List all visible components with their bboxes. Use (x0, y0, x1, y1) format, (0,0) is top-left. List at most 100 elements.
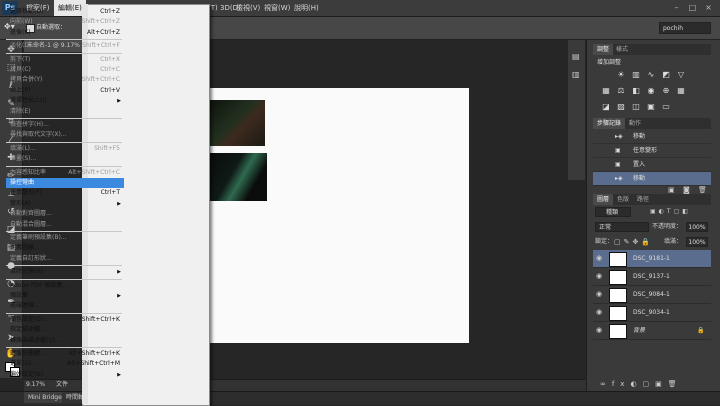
menu-item-shortcut: Shift+Ctrl+K (81, 315, 120, 323)
snapshot-icon[interactable]: ◙ (683, 186, 691, 194)
tab-adjustments[interactable]: 調整 (593, 44, 614, 55)
layer-row[interactable]: ◉ DSC_9137-1 (593, 268, 711, 286)
edit-menu-item[interactable]: 定義圖樣... (6, 243, 124, 253)
posterize-icon[interactable]: ▨ (616, 102, 626, 111)
edit-menu-item[interactable]: 選擇性貼上(I) ▶ (6, 96, 124, 106)
tab-paths[interactable]: 路徑 (633, 194, 653, 205)
layer-name: DSC_9034-1 (633, 309, 670, 316)
menu-item-shortcut: Shift+F5 (94, 144, 120, 152)
tab-channels[interactable]: 色版 (613, 194, 633, 205)
layer-row[interactable]: ◉ DSC_9084-1 (593, 286, 711, 304)
edit-menu-item[interactable]: 變形(A) ▶ (6, 199, 124, 209)
photo-layer-1[interactable] (209, 100, 265, 146)
levels-icon[interactable]: ▥ (631, 70, 641, 79)
menu-separator (6, 165, 122, 167)
edit-menu-item[interactable]: 預設集 ▶ (6, 291, 124, 301)
layer-kind-filter[interactable]: 種類 (595, 207, 631, 217)
edit-menu-item[interactable]: 指定描述檔... (6, 325, 124, 335)
photo-filter-icon[interactable]: ◉ (646, 86, 656, 95)
color-lookup-icon[interactable]: ▦ (676, 86, 686, 95)
minimize-button[interactable]: – (672, 3, 681, 12)
edit-menu-item: 清除(E) (6, 107, 124, 117)
layer-thumbnail (609, 306, 627, 321)
history-step-free-transform[interactable]: ▣ 任意變形 (593, 144, 711, 158)
edit-menu-item[interactable]: 偏好設定(N) ▶ (6, 370, 124, 380)
trash-icon[interactable]: 🗑 (698, 186, 707, 194)
maximize-button[interactable]: □ (688, 3, 697, 12)
edit-menu-item[interactable]: 貼上(P) Ctrl+V (6, 86, 124, 96)
edit-menu-item[interactable]: 遠端連線... (6, 301, 124, 311)
tab-layers[interactable]: 圖層 (593, 194, 614, 205)
menu-item-label: 定義自訂形狀... (10, 254, 52, 262)
threshold-icon[interactable]: ◫ (631, 102, 641, 111)
edit-menu-item[interactable]: 轉換為描述檔(V)... (6, 336, 124, 346)
menu-item-label: 檢查拼字(H)... (10, 121, 49, 128)
gradient-map-icon[interactable]: ▭ (661, 102, 671, 111)
user-field[interactable]: pochih (659, 22, 711, 34)
new-document-icon[interactable]: ▣ (668, 186, 676, 194)
menu-10[interactable]: 說明(H) (290, 0, 323, 16)
edit-menu-item[interactable]: 顏色設定(G)... Shift+Ctrl+K (6, 315, 124, 325)
history-step-move[interactable]: ▸◈ 移動 (593, 130, 711, 144)
color-balance-icon[interactable]: ⚖ (616, 86, 626, 95)
close-button[interactable]: × (704, 3, 713, 12)
history-panel-icon[interactable]: ▤ (572, 52, 581, 61)
lock-label: 鎖定： (595, 238, 614, 245)
channel-mixer-icon[interactable]: ⊕ (661, 86, 671, 95)
mini-bridge-tab[interactable]: Mini Bridge (24, 392, 66, 403)
edit-menu-item[interactable]: 清除記憶(R) ▶ (6, 267, 124, 277)
menu-item-label: 指定描述檔... (10, 326, 46, 334)
eye-icon[interactable]: ◉ (596, 250, 604, 267)
layer-row[interactable]: ◉ DSC_9181-1 (593, 250, 711, 268)
black-white-icon[interactable]: ◧ (631, 86, 641, 95)
photo-layer-2[interactable] (209, 153, 267, 201)
edit-menu-item[interactable]: 鍵盤快速鍵... Alt+Shift+Ctrl+K (6, 349, 124, 359)
menu-item-label: 定義筆刷預設集(B)... (10, 234, 67, 241)
layer-thumbnail (609, 252, 627, 267)
layer-row[interactable]: ◉ DSC_9034-1 (593, 304, 711, 322)
edit-menu-item: 內容感知比率 Alt+Shift+Ctrl+C (6, 168, 124, 178)
brightness-icon[interactable]: ☀ (616, 70, 626, 79)
hue-saturation-icon[interactable]: ▦ (601, 86, 611, 95)
status-zoom[interactable]: 9.17% (26, 379, 45, 391)
lock-icons[interactable]: ▢✎✥🔒 (614, 237, 653, 247)
edit-menu-item[interactable]: Adobe PDF 預設集... (6, 281, 124, 291)
history-step-move-current[interactable]: ▸◈ 移動 (593, 172, 711, 186)
tab-actions[interactable]: 動作 (625, 118, 645, 129)
edit-menu-item[interactable]: 退後(K) Alt+Ctrl+Z (6, 28, 124, 38)
opacity-label: 不透明度： (652, 223, 683, 230)
history-step-label: 任意變形 (633, 147, 658, 154)
exposure-icon[interactable]: ◩ (661, 70, 671, 79)
edit-menu-item: 自動混合圖層... (6, 220, 124, 230)
edit-menu-item: 拷貝(C) Ctrl+C (6, 65, 124, 75)
menu-item-shortcut: Ctrl+T (100, 189, 120, 197)
fill-label: 填滿： (664, 238, 683, 245)
eye-icon[interactable]: ◉ (596, 304, 604, 321)
history-step-place[interactable]: ▣ 置入 (593, 158, 711, 172)
opacity-input[interactable]: 100% (686, 222, 708, 232)
layer-filter-icons[interactable]: ▣◐T▢◧ (650, 207, 710, 217)
layer-thumbnail (609, 288, 627, 303)
fill-input[interactable]: 100% (686, 237, 708, 247)
edit-menu-item[interactable]: 操控彎曲 (6, 178, 124, 188)
edit-menu-item[interactable]: 選單(U)... Alt+Shift+Ctrl+M (6, 359, 124, 369)
eye-icon[interactable]: ◉ (596, 322, 604, 339)
edit-menu-item: 向前(W) Shift+Ctrl+Z (6, 17, 124, 27)
curves-icon[interactable]: ∿ (646, 70, 656, 79)
edit-menu-item[interactable]: 任意變形(F) Ctrl+T (6, 188, 124, 198)
layer-action-icons[interactable]: ∞fx◐▢▣🗑 (600, 380, 710, 388)
edit-menu-item[interactable]: 還原移動(O) Ctrl+Z (6, 7, 124, 17)
invert-icon[interactable]: ◪ (601, 102, 611, 111)
properties-panel-icon[interactable]: ▥ (572, 70, 581, 79)
menu-item-label: 清除記憶(R) (10, 268, 43, 276)
eye-icon[interactable]: ◉ (596, 268, 604, 285)
layer-row[interactable]: ◉ 背景 🔒 (593, 322, 711, 340)
menu-separator (6, 118, 122, 119)
selective-color-icon[interactable]: ▣ (646, 102, 656, 111)
menu-item-shortcut: Ctrl+V (100, 86, 120, 94)
blend-mode-select[interactable]: 正常 (595, 222, 649, 232)
vibrance-icon[interactable]: ▽ (676, 70, 686, 79)
tab-styles[interactable]: 樣式 (612, 44, 632, 55)
tab-history[interactable]: 步驟記錄 (593, 118, 626, 129)
eye-icon[interactable]: ◉ (596, 286, 604, 303)
